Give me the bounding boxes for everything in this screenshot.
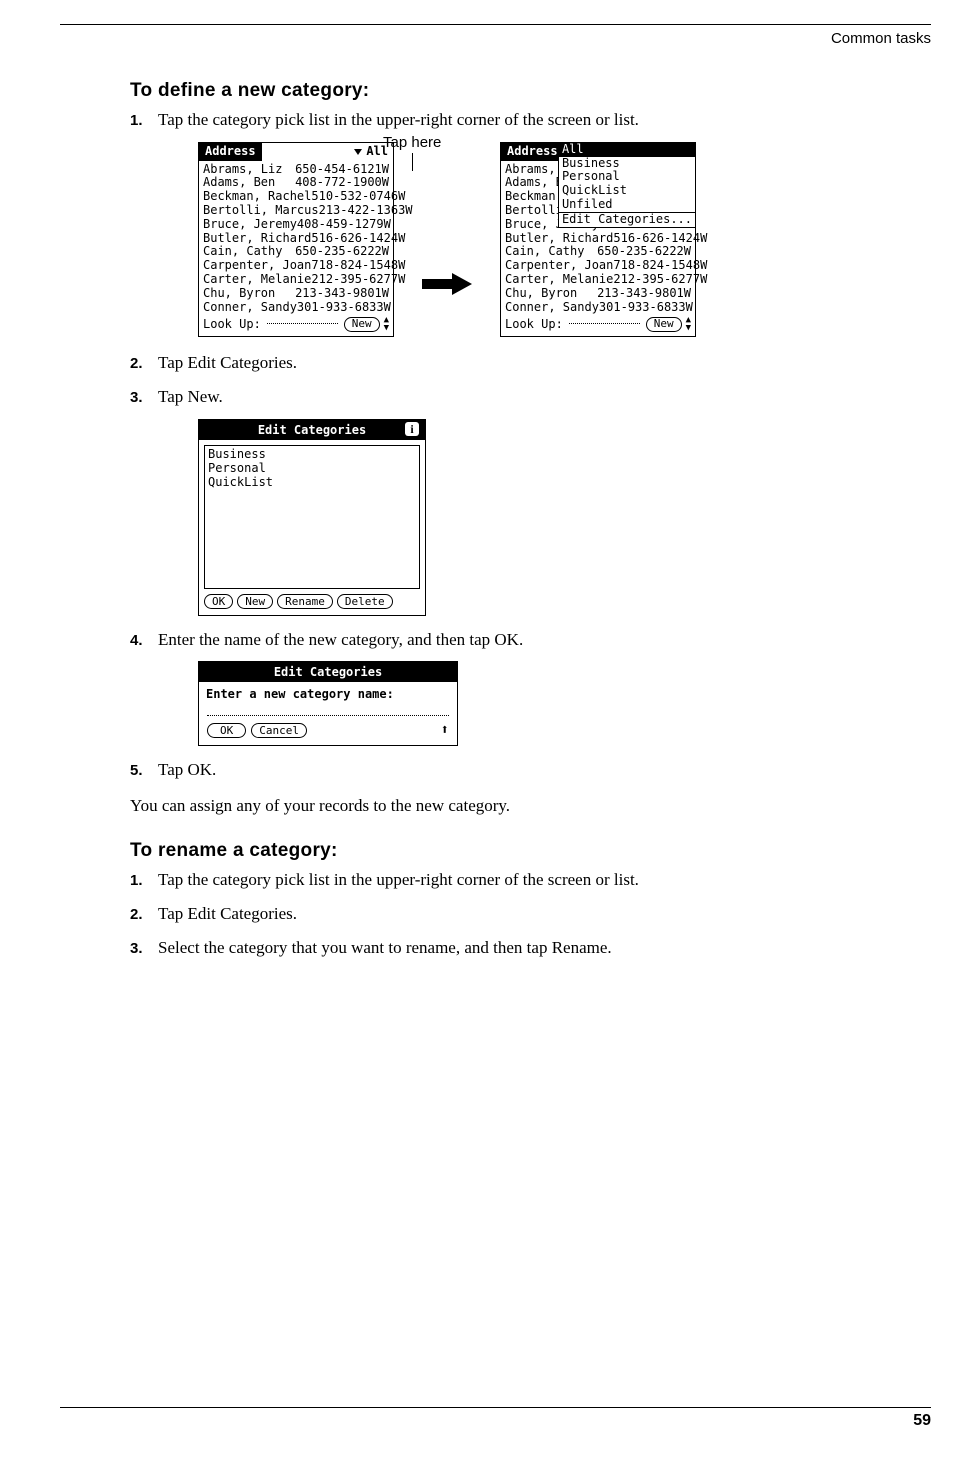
step-number: 4. <box>130 628 158 652</box>
contact-row[interactable]: Abrams, Liz650-454-6121W <box>203 163 389 177</box>
contact-row[interactable]: Adams, Ben408-772-1900W <box>203 176 389 190</box>
contact-row[interactable]: Conner, Sandy301-933-6833W <box>505 301 691 315</box>
step-number: 3. <box>130 936 158 960</box>
step: 2. Tap Edit Categories. <box>130 902 916 926</box>
step-number: 3. <box>130 385 158 409</box>
edit-categories-screen: Edit Categories i Business Personal Quic… <box>198 419 426 616</box>
contact-row[interactable]: Butler, Richard516-626-1424W <box>505 232 691 246</box>
section-title-rename: To rename a category: <box>130 840 916 862</box>
new-button[interactable]: New <box>646 317 682 332</box>
rename-button[interactable]: Rename <box>277 594 333 609</box>
dropdown-item[interactable]: Personal <box>559 170 695 184</box>
step-text: Tap New. <box>158 385 916 409</box>
step-text: Select the category that you want to ren… <box>158 936 916 960</box>
info-icon[interactable]: i <box>405 422 419 436</box>
scroll-arrows-icon[interactable]: ▲▼ <box>384 317 389 331</box>
step-text: Tap Edit Categories. <box>158 902 916 926</box>
contact-row[interactable]: Conner, Sandy301-933-6833W <box>203 301 389 315</box>
step-number: 2. <box>130 351 158 375</box>
step-number: 1. <box>130 108 158 132</box>
contact-row[interactable]: Butler, Richard516-626-1424W <box>203 232 389 246</box>
step: 1. Tap the category pick list in the upp… <box>130 108 916 132</box>
new-button[interactable]: New <box>344 317 380 332</box>
dropdown-item-edit[interactable]: Edit Categories... <box>559 212 695 227</box>
step-number: 2. <box>130 902 158 926</box>
contact-row[interactable]: Cain, Cathy650-235-6222W <box>203 245 389 259</box>
callout-line <box>412 153 413 171</box>
list-item[interactable]: Personal <box>208 461 416 475</box>
step: 2. Tap Edit Categories. <box>130 351 916 375</box>
contact-row[interactable]: Carpenter, Joan718-824-1548W <box>505 259 691 273</box>
step: 3. Select the category that you want to … <box>130 936 916 960</box>
new-category-dialog: Edit Categories Enter a new category nam… <box>198 661 458 746</box>
step-number: 5. <box>130 758 158 782</box>
contact-row[interactable]: Chu, Byron213-343-9801W <box>203 287 389 301</box>
ok-button[interactable]: OK <box>204 594 233 609</box>
app-title: Address <box>199 143 262 161</box>
dialog-title: Edit Categories <box>258 423 366 437</box>
contact-row[interactable]: Carpenter, Joan718-824-1548W <box>203 259 389 273</box>
contact-row[interactable]: Carter, Melanie212-395-6277W <box>203 273 389 287</box>
lookup-label: Look Up: <box>505 318 563 332</box>
scroll-arrows-icon[interactable]: ▲▼ <box>686 317 691 331</box>
address-screen-left: Address All Abrams, Liz650-454-6121WAdam… <box>198 142 394 337</box>
step-number: 1. <box>130 868 158 892</box>
running-head: Common tasks <box>831 30 931 47</box>
contact-row[interactable]: Beckman, Rachel510-532-0746W <box>203 190 389 204</box>
step-text: Tap the category pick list in the upper-… <box>158 868 916 892</box>
step: 5. Tap OK. <box>130 758 916 782</box>
dropdown-item[interactable]: Business <box>559 157 695 171</box>
lookup-input-line[interactable] <box>569 323 640 324</box>
lookup-label: Look Up: <box>203 318 261 332</box>
category-listbox[interactable]: Business Personal QuickList <box>204 445 420 589</box>
lookup-input-line[interactable] <box>267 323 338 324</box>
dropdown-item-selected[interactable]: All <box>559 143 695 157</box>
category-dropdown[interactable]: All Business Personal QuickList Unfiled … <box>558 142 696 228</box>
step-text: Tap Edit Categories. <box>158 351 916 375</box>
contact-row[interactable]: Bruce, Jeremy408-459-1279W <box>203 218 389 232</box>
shift-icon: ⬆ <box>441 722 449 738</box>
list-item[interactable]: QuickList <box>208 475 416 489</box>
page-number: 59 <box>913 1412 931 1430</box>
contact-row[interactable]: Carter, Melanie212-395-6277W <box>505 273 691 287</box>
section-title-define: To define a new category: <box>130 80 916 102</box>
ok-button[interactable]: OK <box>207 723 246 738</box>
dropdown-item[interactable]: Unfiled <box>559 198 695 212</box>
contact-row[interactable]: Cain, Cathy650-235-6222W <box>505 245 691 259</box>
app-title: Address <box>501 143 564 161</box>
step: 1. Tap the category pick list in the upp… <box>130 868 916 892</box>
address-screen-right: Address All Business Personal QuickList … <box>500 142 696 337</box>
text-input-line[interactable] <box>207 705 449 716</box>
contact-row[interactable]: Chu, Byron213-343-9801W <box>505 287 691 301</box>
step-text: Tap the category pick list in the upper-… <box>158 108 916 132</box>
dialog-prompt: Enter a new category name: <box>199 682 457 703</box>
body-paragraph: You can assign any of your records to th… <box>130 796 916 816</box>
new-button[interactable]: New <box>237 594 273 609</box>
step: 4. Enter the name of the new category, a… <box>130 628 916 652</box>
dropdown-item[interactable]: QuickList <box>559 184 695 198</box>
list-item[interactable]: Business <box>208 447 416 461</box>
step: 3. Tap New. <box>130 385 916 409</box>
step-text: Enter the name of the new category, and … <box>158 628 916 652</box>
step-text: Tap OK. <box>158 758 916 782</box>
arrow-right-icon <box>422 273 472 295</box>
dialog-title: Edit Categories <box>199 662 457 682</box>
contact-row[interactable]: Bertolli, Marcus213-422-1363W <box>203 204 389 218</box>
cancel-button[interactable]: Cancel <box>251 723 307 738</box>
callout-label: Tap here <box>383 134 441 151</box>
delete-button[interactable]: Delete <box>337 594 393 609</box>
chevron-down-icon <box>354 149 362 155</box>
